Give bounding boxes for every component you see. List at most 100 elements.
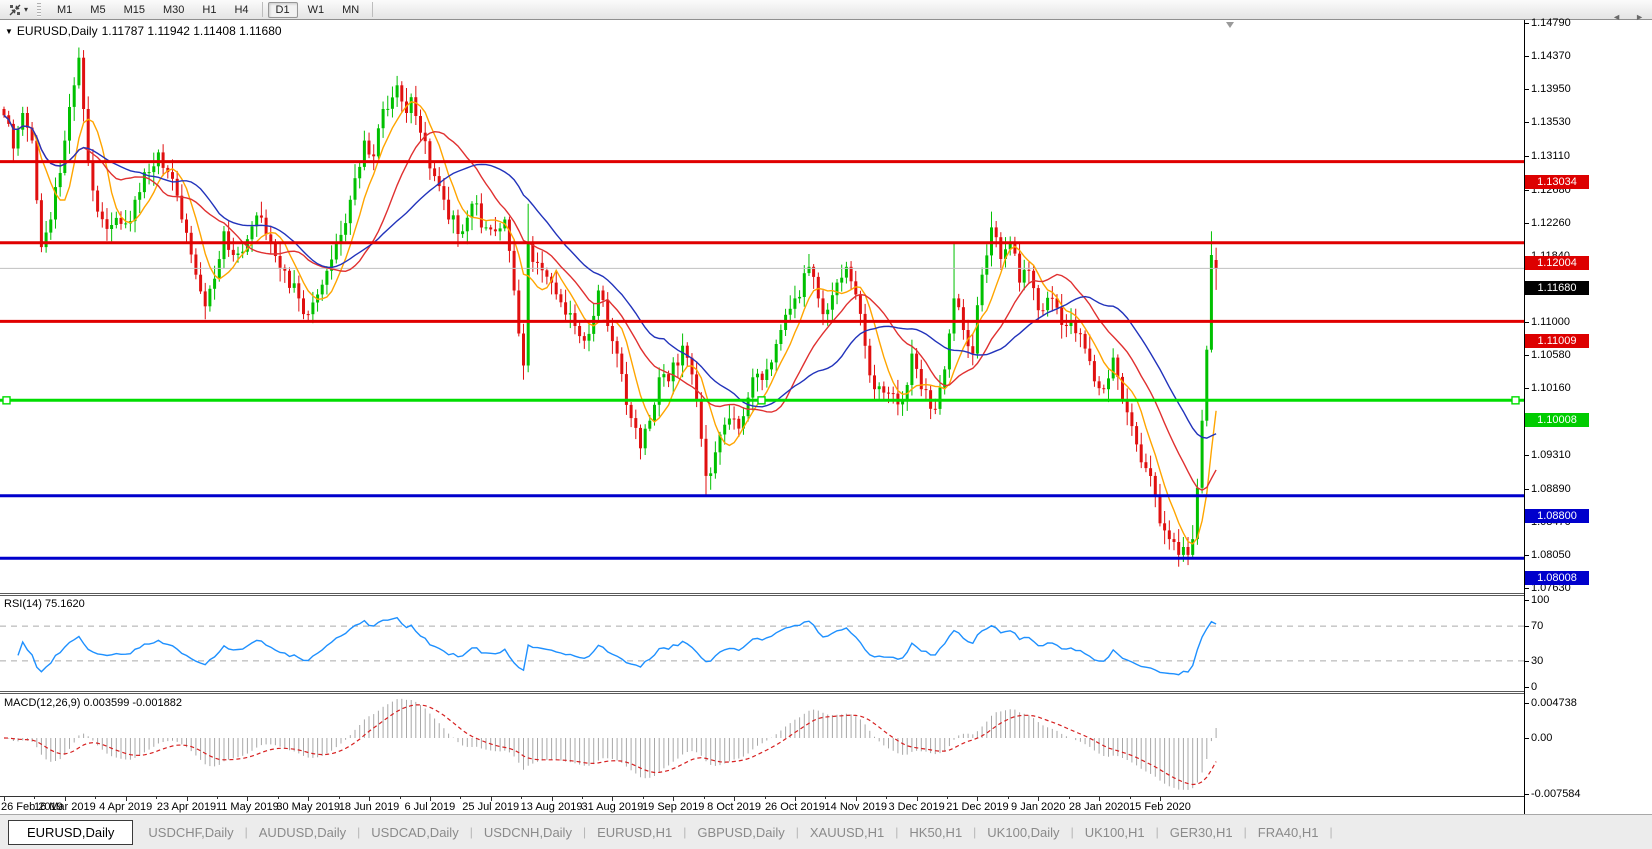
price-axis-border [1524, 20, 1525, 814]
chart-symbol-label: EURUSD,Daily [17, 24, 98, 38]
date-label: 31 Aug 2019 [581, 801, 643, 813]
date-label: 15 Feb 2020 [1129, 801, 1191, 813]
time-tick [339, 797, 340, 799]
time-tick [643, 797, 644, 799]
axis-tick-label: 1.14790 [1531, 17, 1571, 29]
time-tick [1069, 797, 1070, 799]
price-badge: 1.08008 [1525, 571, 1589, 585]
tf-button-m15[interactable]: M15 [116, 2, 153, 18]
tab-xauusd-h1[interactable]: XAUUSD,H1 [799, 821, 895, 844]
price-badge: 1.08800 [1525, 509, 1589, 523]
date-label: 19 Sep 2019 [642, 801, 704, 813]
hline-handle[interactable] [758, 397, 765, 404]
chart-tab-bar: EURUSD,DailyUSDCHF,Daily|AUDUSD,Daily|US… [0, 814, 1652, 849]
date-label: 28 Jan 2020 [1069, 801, 1130, 813]
symbol-dropdown-icon[interactable]: ▼ [5, 27, 13, 36]
axis-tick-label: 1.10580 [1531, 349, 1571, 361]
tab-ger30-h1[interactable]: GER30,H1 [1159, 821, 1244, 844]
date-label: 26 Oct 2019 [765, 801, 825, 813]
axis-tick-label: 100 [1531, 594, 1549, 606]
panel-splitter[interactable] [0, 691, 1652, 692]
ma-18-line [4, 115, 1216, 490]
hline-handle[interactable] [3, 397, 10, 404]
chart-shift-marker[interactable] [1226, 22, 1234, 28]
tab-eurusd-daily[interactable]: EURUSD,Daily [8, 820, 133, 845]
chevron-down-icon: ▾ [24, 6, 28, 14]
date-label: 8 Oct 2019 [707, 801, 761, 813]
time-tick [947, 797, 948, 799]
tab-audusd-daily[interactable]: AUDUSD,Daily [248, 821, 357, 844]
price-badge: 1.11680 [1525, 281, 1589, 295]
date-label: 16 Mar 2019 [34, 801, 96, 813]
tab-eurusd-h1[interactable]: EURUSD,H1 [586, 821, 683, 844]
tab-usdchf-daily[interactable]: USDCHF,Daily [137, 821, 244, 844]
tf-button-m1[interactable]: M1 [49, 2, 80, 18]
time-axis[interactable]: 26 Feb 201916 Mar 20194 Apr 201923 Apr 2… [0, 797, 1524, 814]
axis-tick-label: 0 [1531, 681, 1537, 693]
date-label: 3 Dec 2019 [888, 801, 944, 813]
macd-signal-line [4, 705, 1216, 785]
axis-tick-label: 1.13110 [1531, 150, 1570, 162]
date-label: 11 May 2019 [216, 801, 279, 813]
chart-title: ▼ EURUSD,Daily 1.11787 1.11942 1.11408 1… [5, 24, 282, 38]
trading-terminal-window: ▾ M1M5M15M30H1H4 D1W1MN ▼ EURUSD,Daily 1.… [0, 0, 1652, 849]
macd-indicator-chart[interactable] [0, 694, 1524, 796]
tf-button-m30[interactable]: M30 [155, 2, 192, 18]
axis-tick-label: 1.09310 [1531, 449, 1571, 461]
toolbar-grip[interactable] [37, 3, 41, 17]
date-label: 13 Aug 2019 [521, 801, 583, 813]
tab-scroll-right-icon[interactable]: ► [1635, 12, 1644, 22]
time-tick [1008, 797, 1009, 799]
tab-scroll-buttons: ◄ ► [1612, 12, 1644, 22]
date-label: 25 Jul 2019 [462, 801, 519, 813]
axis-tick-label: 0.004738 [1531, 697, 1577, 709]
time-tick [765, 797, 766, 799]
axis-tick-label: 1.08050 [1531, 549, 1571, 561]
price-badge: 1.11009 [1525, 334, 1589, 348]
price-badge: 1.12004 [1525, 256, 1589, 270]
tab-usdcad-daily[interactable]: USDCAD,Daily [360, 821, 469, 844]
panel-splitter[interactable] [0, 593, 1652, 594]
axis-tick-label: 0.00 [1531, 732, 1552, 744]
time-tick [400, 797, 401, 799]
axis-tick-label: 1.11000 [1531, 316, 1570, 328]
tab-usdcnh-daily[interactable]: USDCNH,Daily [473, 821, 583, 844]
tf-button-d1[interactable]: D1 [268, 2, 298, 18]
tab-divider: | [1330, 825, 1333, 839]
date-label: 9 Jan 2020 [1011, 801, 1065, 813]
axis-tick-label: 70 [1531, 620, 1543, 632]
time-tick [95, 797, 96, 799]
time-tick [825, 797, 826, 799]
arrange-charts-button[interactable]: ▾ [4, 1, 32, 19]
axis-tick-label: 1.13530 [1531, 116, 1571, 128]
axis-tick-label: 1.13950 [1531, 83, 1571, 95]
axis-tick-label: 1.08890 [1531, 483, 1571, 495]
tab-uk100-daily[interactable]: UK100,Daily [976, 821, 1070, 844]
price-axis[interactable]: 1.147901.143701.139501.135301.131101.126… [1525, 20, 1652, 814]
price-badge: 1.10008 [1525, 413, 1589, 427]
hline-handle[interactable] [1512, 397, 1519, 404]
time-tick [704, 797, 705, 799]
date-label: 4 Apr 2019 [99, 801, 152, 813]
date-label: 6 Jul 2019 [404, 801, 455, 813]
tab-gbpusd-daily[interactable]: GBPUSD,Daily [686, 821, 795, 844]
tab-scroll-left-icon[interactable]: ◄ [1612, 12, 1621, 22]
toolbar-separator [262, 2, 263, 17]
date-label: 21 Dec 2019 [946, 801, 1008, 813]
tf-button-mn[interactable]: MN [334, 2, 367, 18]
tf-button-m5[interactable]: M5 [82, 2, 113, 18]
tf-button-h4[interactable]: H4 [226, 2, 256, 18]
arrange-charts-icon [8, 3, 22, 17]
axis-tick-label: -0.007584 [1531, 788, 1581, 800]
tab-uk100-h1[interactable]: UK100,H1 [1074, 821, 1156, 844]
main-price-chart[interactable] [0, 20, 1524, 593]
tf-button-h1[interactable]: H1 [194, 2, 224, 18]
tf-button-w1[interactable]: W1 [300, 2, 333, 18]
rsi-indicator-chart[interactable] [0, 596, 1524, 691]
tab-fra40-h1[interactable]: FRA40,H1 [1247, 821, 1330, 844]
macd-label: MACD(12,26,9) 0.003599 -0.001882 [4, 697, 182, 709]
time-tick [34, 797, 35, 799]
tab-hk50-h1[interactable]: HK50,H1 [898, 821, 973, 844]
axis-tick-label: 1.14370 [1531, 50, 1571, 62]
axis-tick-label: 1.10160 [1531, 382, 1571, 394]
